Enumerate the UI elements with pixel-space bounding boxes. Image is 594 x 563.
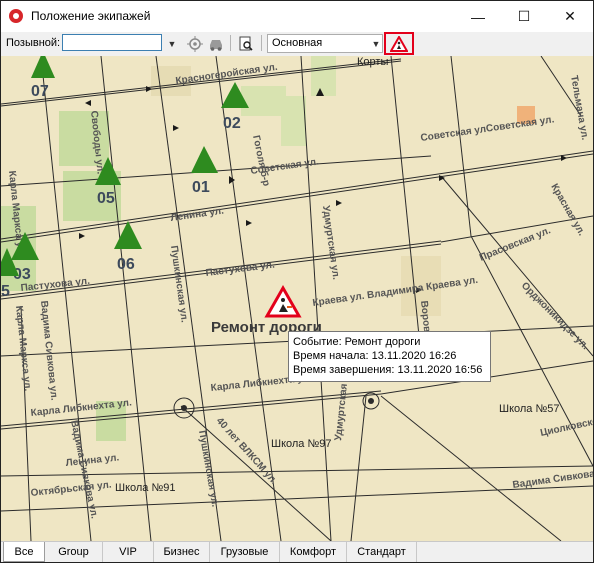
place-label: Школа №97 [271,438,332,450]
street-label: Красногеройская ул. [175,62,279,87]
place-label: Школа №91 [115,482,176,494]
street-label: Тельмана ул. [568,75,590,142]
vehicle-callsign: 01 [192,179,210,196]
vehicle-marker-icon[interactable] [31,56,55,78]
tab-all[interactable]: Все [3,542,45,562]
street-label: Вадима Сивкова ул. [38,300,59,401]
tab-comfort[interactable]: Комфорт [280,542,347,562]
tooltip-end-time: Время завершения: 13.11.2020 16:56 [293,364,483,376]
vehicle-callsign: 02 [223,115,241,132]
street-label: Удмуртская ул. [320,205,341,281]
street-label: Вадима Сивкова ул. [68,419,100,520]
event-tooltip: Событие: Ремонт дороги Время начала: 13.… [288,331,491,382]
vehicle-callsign: 5 [1,283,10,300]
callsign-dropdown-chevron-icon[interactable]: ▼ [164,34,180,53]
tab-vip[interactable]: VIP [103,542,154,562]
tab-cargo[interactable]: Грузовые [210,542,280,562]
street-label: Прасовская ул. [478,225,553,264]
minimize-button[interactable]: — [455,1,501,32]
vehicle-callsign: 06 [117,256,135,273]
street-label: Краева ул. Владимира Краева ул. [312,275,479,309]
vehicle-callsign: 07 [31,83,49,100]
street-label: Красная ул. [548,182,587,238]
map-view[interactable]: Красногеройская ул. Гоголя б-р Советская… [1,56,593,541]
vehicle-callsign: 05 [97,190,115,207]
street-label: Карла Маркса ул. [13,305,33,392]
street-label: Пушкинская ул. [196,430,220,509]
tab-group[interactable]: Group [45,542,103,562]
map-layer-select[interactable]: Основная [267,34,383,53]
car-icon[interactable] [207,35,225,53]
toolbar-separator [261,35,262,51]
roadwork-sign-icon [390,35,408,52]
vehicle-markers[interactable]: 07 02 01 05 06 03 5 [1,56,249,300]
street-label: Октябрьская ул. [30,479,112,499]
map-canvas[interactable]: Красногеройская ул. Гоголя б-р Советская… [1,56,593,541]
street-label: Ленина ул. [65,452,120,469]
roadwork-marker-icon[interactable] [264,284,302,318]
street-label: 40 лет ВЛКСМ ул. [214,416,280,487]
maximize-button[interactable]: ☐ [501,1,547,32]
map-layer-chevron-icon[interactable]: ▼ [368,34,384,53]
place-label: Школа №57 [499,403,560,415]
title-bar: Положение экипажей — ☐ ✕ [1,1,593,32]
close-button[interactable]: ✕ [547,1,593,32]
street-label: Ленина ул. [170,206,225,224]
tab-standard[interactable]: Стандарт [347,542,417,562]
tooltip-start-time: Время начала: 13.11.2020 16:26 [293,350,457,362]
place-label: Корты [357,56,388,68]
road-events-button[interactable] [384,32,414,55]
street-label: Советская улСоветская ул. [420,114,555,144]
locate-target-icon[interactable] [186,35,204,53]
window-title: Положение экипажей [31,9,151,23]
app-window: Положение экипажей — ☐ ✕ Позывной: ▼ Осн… [0,0,594,563]
street-label: Орджоникидзе ул. [519,280,591,352]
app-logo-icon [9,9,23,23]
vehicle-marker-icon[interactable] [191,146,218,173]
tooltip-event: Событие: Ремонт дороги [293,336,421,348]
category-tabs: Все Group VIP Бизнес Грузовые Комфорт Ст… [1,541,593,562]
print-preview-icon[interactable] [237,35,255,53]
callsign-input[interactable] [62,34,162,51]
tab-business[interactable]: Бизнес [154,542,210,562]
street-label: Пастухова ул. [205,260,276,279]
street-label: Гоголя б-р [250,134,273,187]
toolbar-separator [230,35,231,51]
callsign-label: Позывной: [6,37,61,49]
toolbar: Позывной: ▼ Основная ▼ [1,32,593,55]
